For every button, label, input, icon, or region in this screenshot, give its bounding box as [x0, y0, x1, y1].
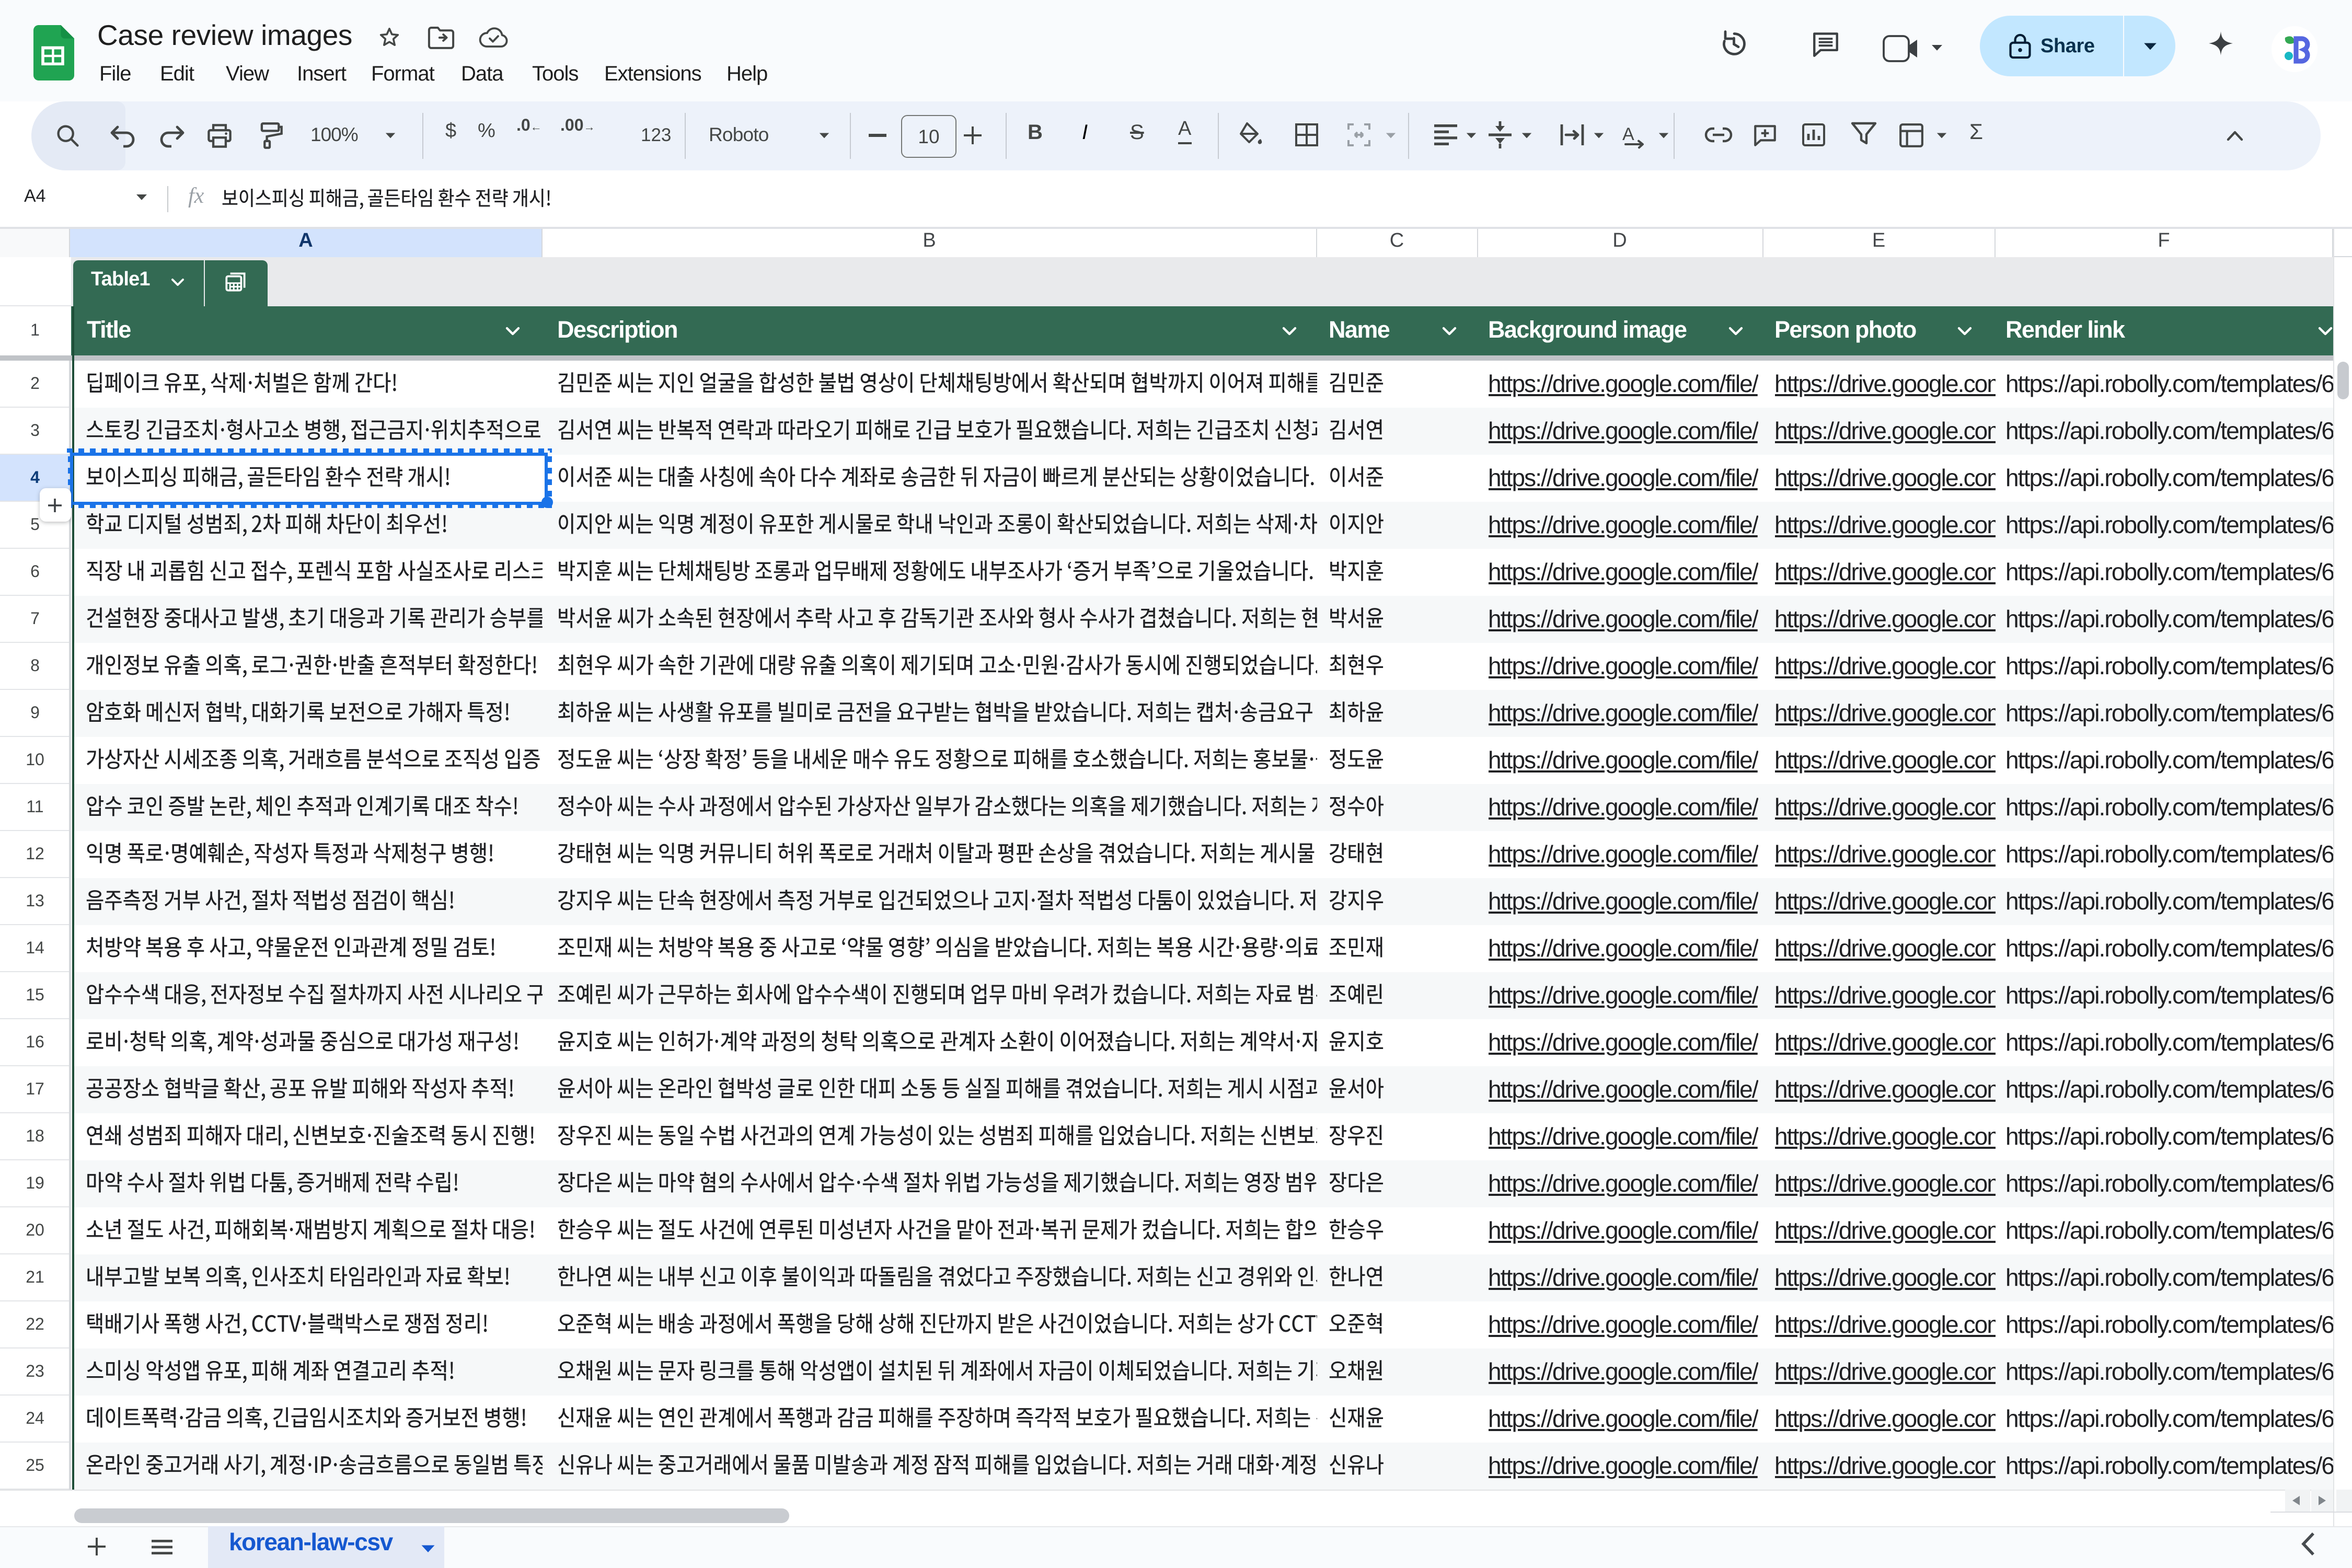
svg-text:A: A	[1622, 124, 1634, 144]
